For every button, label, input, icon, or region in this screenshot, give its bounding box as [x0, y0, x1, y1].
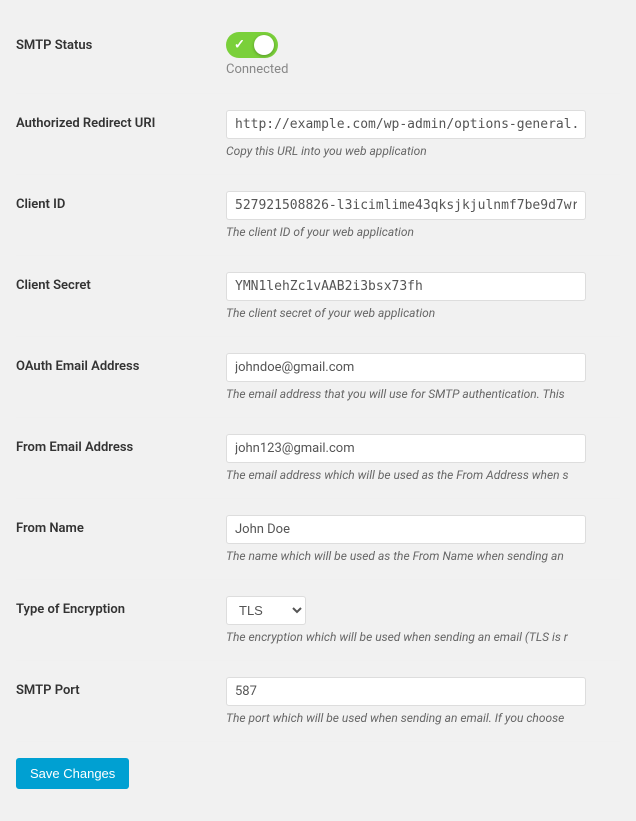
- encryption-row: Type of Encryption None SSL TLS The encr…: [16, 580, 620, 661]
- from-email-label: From Email Address: [16, 434, 226, 455]
- from-name-input[interactable]: [226, 515, 586, 544]
- smtp-port-row: SMTP Port The port which will be used wh…: [16, 661, 620, 742]
- from-email-row: From Email Address The email address whi…: [16, 418, 620, 499]
- oauth-email-input[interactable]: [226, 353, 586, 382]
- settings-form: SMTP Status ✓ Connected Authorized Redir…: [16, 16, 620, 789]
- smtp-port-value: The port which will be used when sending…: [226, 677, 620, 725]
- toggle-wrapper: ✓ Connected: [226, 32, 620, 77]
- oauth-email-label: OAuth Email Address: [16, 353, 226, 374]
- smtp-port-input[interactable]: [226, 677, 586, 706]
- from-email-value: The email address which will be used as …: [226, 434, 620, 482]
- client-secret-label: Client Secret: [16, 272, 226, 293]
- from-name-label: From Name: [16, 515, 226, 536]
- oauth-email-hint: The email address that you will use for …: [226, 387, 620, 401]
- encryption-select[interactable]: None SSL TLS: [226, 596, 306, 625]
- client-id-value: The client ID of your web application: [226, 191, 620, 239]
- smtp-status-row: SMTP Status ✓ Connected: [16, 16, 620, 94]
- from-email-hint: The email address which will be used as …: [226, 468, 620, 482]
- smtp-status-label: SMTP Status: [16, 32, 226, 53]
- connected-status: Connected: [226, 62, 620, 77]
- encryption-value: None SSL TLS The encryption which will b…: [226, 596, 620, 644]
- client-id-hint: The client ID of your web application: [226, 225, 620, 239]
- smtp-status-value: ✓ Connected: [226, 32, 620, 77]
- redirect-uri-input[interactable]: [226, 110, 586, 139]
- smtp-toggle[interactable]: ✓: [226, 32, 278, 58]
- redirect-uri-row: Authorized Redirect URI Copy this URL in…: [16, 94, 620, 175]
- redirect-uri-hint: Copy this URL into you web application: [226, 144, 620, 158]
- client-id-input[interactable]: [226, 191, 586, 220]
- smtp-port-label: SMTP Port: [16, 677, 226, 698]
- from-email-input[interactable]: [226, 434, 586, 463]
- smtp-port-hint: The port which will be used when sending…: [226, 711, 620, 725]
- client-secret-hint: The client secret of your web applicatio…: [226, 306, 620, 320]
- from-name-hint: The name which will be used as the From …: [226, 549, 620, 563]
- client-secret-value: The client secret of your web applicatio…: [226, 272, 620, 320]
- from-name-value: The name which will be used as the From …: [226, 515, 620, 563]
- client-secret-row: Client Secret The client secret of your …: [16, 256, 620, 337]
- toggle-slider: ✓: [226, 32, 278, 58]
- save-changes-button[interactable]: Save Changes: [16, 758, 129, 789]
- client-secret-input[interactable]: [226, 272, 586, 301]
- client-id-row: Client ID The client ID of your web appl…: [16, 175, 620, 256]
- oauth-email-row: OAuth Email Address The email address th…: [16, 337, 620, 418]
- encryption-label: Type of Encryption: [16, 596, 226, 617]
- redirect-uri-value: Copy this URL into you web application: [226, 110, 620, 158]
- client-id-label: Client ID: [16, 191, 226, 212]
- oauth-email-value: The email address that you will use for …: [226, 353, 620, 401]
- from-name-row: From Name The name which will be used as…: [16, 499, 620, 580]
- redirect-uri-label: Authorized Redirect URI: [16, 110, 226, 131]
- checkmark-icon: ✓: [234, 38, 245, 53]
- encryption-hint: The encryption which will be used when s…: [226, 630, 620, 644]
